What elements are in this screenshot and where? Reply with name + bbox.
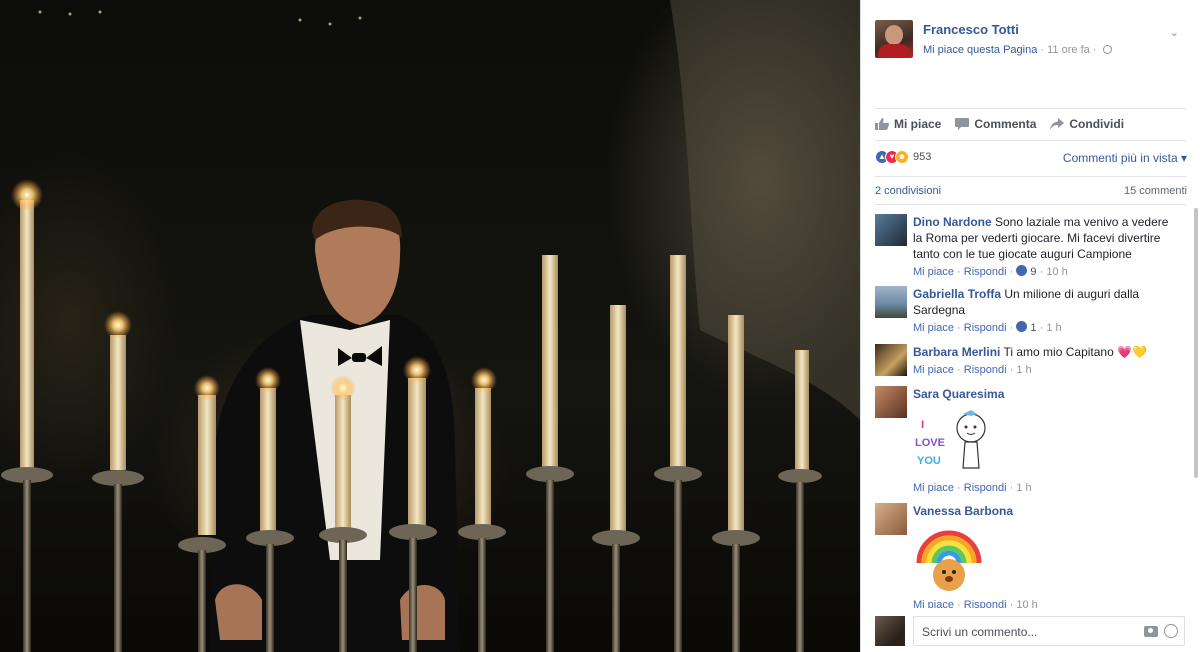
like-count-icon (1016, 265, 1028, 276)
comment-reply-link[interactable]: Rispondi (964, 364, 1007, 376)
sticker-word-i: I (921, 419, 924, 431)
comment-like-link[interactable]: Mi piace (913, 364, 954, 376)
comment-time[interactable]: 10 h (1046, 266, 1067, 278)
globe-icon (1102, 45, 1112, 54)
divider (875, 204, 1187, 205)
comment-reply-link[interactable]: Rispondi (964, 322, 1007, 334)
comment-footer: Mi piace · Rispondi · 9 · 10 h (913, 265, 1068, 278)
post-side-panel: Francesco Totti Mi piace questa Pagina ·… (860, 0, 1200, 652)
like-button[interactable]: Mi piace (875, 114, 941, 134)
comment-input-placeholder: Scrivi un commento... (922, 625, 1038, 639)
haha-reaction-icon: ☻ (895, 150, 909, 164)
comment-list: Dino Nardone Sono laziale ma venivo a ve… (875, 208, 1187, 608)
comment-button[interactable]: Commenta (955, 114, 1036, 134)
fairy-lights (38, 10, 362, 26)
page-name[interactable]: Francesco Totti (923, 22, 1019, 37)
comment-footer: Mi piace · Rispondi · 1 h (913, 364, 1032, 376)
action-bar: Mi piace Commenta Condividi (875, 114, 1187, 134)
comment-text: Ti amo mio Capitano 💗💛 (1000, 345, 1147, 359)
comment-reply-link[interactable]: Rispondi (964, 266, 1007, 278)
comment-avatar[interactable] (875, 286, 907, 318)
comment-author[interactable]: Gabriella Troffa (913, 287, 1001, 301)
rainbow-dog-sticker[interactable] (913, 523, 993, 595)
reactions-summary[interactable]: ▲ ♥ ☻ 953 Commenti più in vista ▾ (875, 148, 1187, 168)
comment-like-link[interactable]: Mi piace (913, 322, 954, 334)
post-header: Francesco Totti Mi piace questa Pagina ·… (875, 20, 1187, 64)
sticker-word-love: LOVE (915, 437, 945, 449)
divider (875, 140, 1187, 141)
share-label: Condividi (1069, 117, 1125, 131)
comment-avatar[interactable] (875, 344, 907, 376)
comment-reply-link[interactable]: Rispondi (964, 599, 1007, 608)
i-love-you-sticker[interactable]: I LOVE YOU (913, 406, 993, 478)
divider (875, 176, 1187, 177)
comment-like-count[interactable]: 1 (1030, 322, 1036, 334)
comment-order-dropdown[interactable]: Commenti più in vista ▾ (1063, 151, 1187, 165)
like-page-link[interactable]: Mi piace questa Pagina (923, 44, 1037, 56)
like-label: Mi piace (894, 117, 942, 131)
comment-author[interactable]: Barbara Merlini (913, 345, 1000, 359)
comment-bubble-icon (955, 118, 970, 130)
comment-time[interactable]: 1 h (1046, 322, 1061, 334)
comments-scrollbar[interactable] (1194, 208, 1198, 478)
chevron-down-icon[interactable]: ⌄ (1170, 26, 1179, 39)
photo-scene (1, 0, 860, 652)
comment-footer: Mi piace · Rispondi · 1 h (913, 482, 1032, 494)
shares-link[interactable]: 2 condivisioni (875, 185, 941, 197)
share-button[interactable]: Condividi (1050, 114, 1124, 134)
like-thumb-icon (875, 118, 889, 130)
comment-like-link[interactable]: Mi piace (913, 266, 954, 278)
camera-icon[interactable] (1144, 626, 1158, 637)
post-time: · 11 ore fa · (1037, 44, 1100, 56)
comment-time[interactable]: 10 h (1016, 599, 1037, 608)
emoji-icon[interactable] (1164, 624, 1178, 638)
comment-composer: Scrivi un commento... (875, 614, 1187, 646)
share-arrow-icon (1050, 118, 1065, 130)
curtain (670, 0, 860, 420)
comment-footer: Mi piace · Rispondi · 1 · 1 h (913, 321, 1062, 334)
sticker-art: I LOVE YOU (915, 410, 986, 469)
comment-avatar[interactable] (875, 503, 907, 535)
like-count-icon (1016, 321, 1028, 332)
comment-footer: Mi piace · Rispondi · 10 h (913, 597, 1179, 608)
comment-avatar[interactable] (875, 214, 907, 246)
comments-count[interactable]: 15 commenti (1124, 185, 1187, 197)
post-stats: 2 condivisioni 15 commenti (875, 185, 1187, 201)
comment-author[interactable]: Dino Nardone (913, 215, 992, 229)
comment-like-link[interactable]: Mi piace (913, 482, 954, 494)
comment-like-count[interactable]: 9 (1030, 266, 1036, 278)
comment-author[interactable]: Sara Quaresima (913, 387, 1004, 401)
sticker-art (916, 530, 982, 591)
comment-reply-link[interactable]: Rispondi (964, 482, 1007, 494)
reaction-count: 953 (913, 151, 932, 163)
comment-time[interactable]: 1 h (1016, 482, 1031, 494)
comment-author[interactable]: Vanessa Barbona (913, 504, 1013, 518)
viewer-avatar (875, 616, 905, 646)
comment-avatar[interactable] (875, 386, 907, 418)
post-photo[interactable] (0, 0, 860, 652)
comment-label: Commenta (974, 117, 1037, 131)
comment-input[interactable]: Scrivi un commento... (913, 616, 1185, 646)
comment-like-link[interactable]: Mi piace (913, 599, 954, 608)
comment-time[interactable]: 1 h (1016, 364, 1031, 376)
post-meta: Mi piace questa Pagina · 11 ore fa · (923, 44, 1112, 56)
divider (875, 108, 1187, 109)
sticker-word-you: YOU (917, 455, 941, 467)
page-avatar[interactable] (875, 20, 913, 58)
